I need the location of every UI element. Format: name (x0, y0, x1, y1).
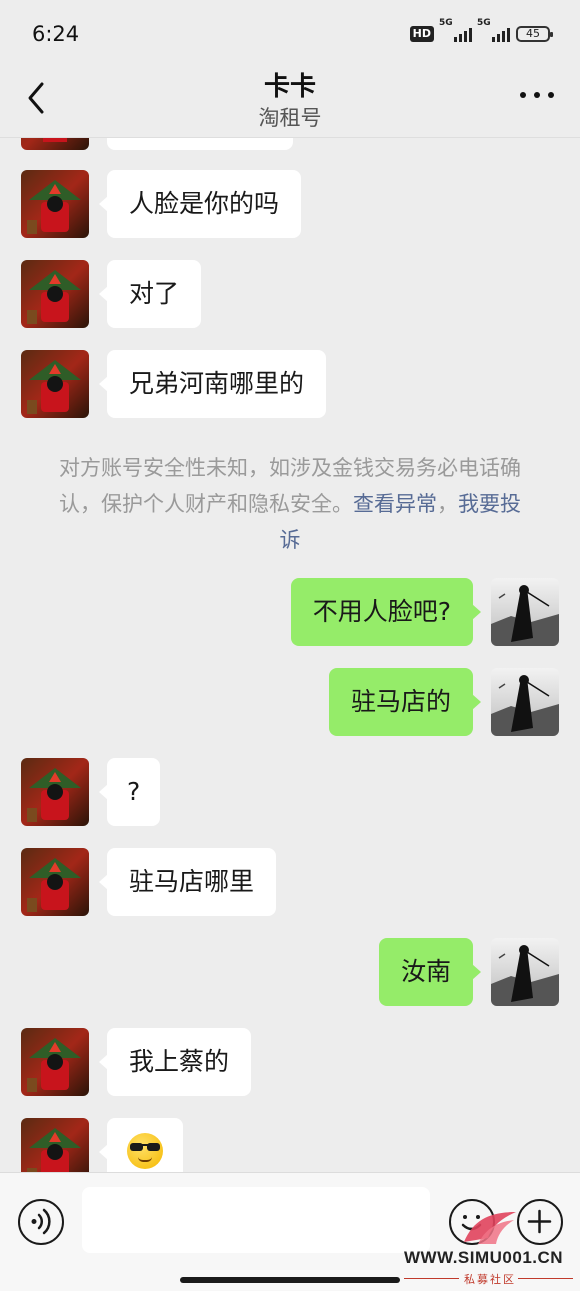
contact-avatar[interactable] (21, 848, 89, 916)
dot-icon (520, 92, 526, 98)
hd-icon: HD (409, 26, 434, 42)
message-bubble[interactable]: 驻马店哪里 (98, 848, 277, 916)
contact-avatar[interactable] (21, 1028, 89, 1096)
signal-label: 5G (439, 18, 453, 28)
watermark-logo-icon (464, 1212, 516, 1244)
contact-avatar[interactable] (21, 260, 89, 328)
message-list[interactable]: 人脸是你的吗 对了 兄弟河南哪里的 对方账号安全性未知，如涉及金钱交易务必电话确… (0, 138, 580, 1172)
message-bubble[interactable]: 驻马店的 (328, 668, 482, 736)
watermark-line (518, 1278, 573, 1279)
dot-icon (548, 92, 554, 98)
contact-avatar[interactable] (21, 138, 89, 150)
chat-title: 卡卡 (263, 72, 316, 102)
contact-avatar[interactable] (21, 1118, 89, 1172)
security-notice: 对方账号安全性未知，如涉及金钱交易务必电话确认，保护个人财产和隐私安全。查看异常… (52, 450, 528, 558)
watermark-line (404, 1278, 459, 1279)
message-bubble-partial[interactable] (107, 138, 293, 150)
message-bubble[interactable] (99, 1118, 183, 1172)
contact-avatar[interactable] (21, 758, 89, 826)
notice-separator: ， (437, 492, 458, 516)
chat-header: 卡卡 淘租号 (0, 60, 580, 138)
watermark: WWW.SIMU001.CN 私募社区 (400, 1208, 580, 1291)
message-bubble[interactable]: 人脸是你的吗 (98, 170, 302, 238)
dot-icon (534, 92, 540, 98)
chat-subtitle: 淘租号 (258, 106, 322, 130)
message-bubble[interactable]: 汝南 (378, 938, 482, 1006)
my-avatar[interactable] (491, 578, 559, 646)
message-bubble[interactable]: 我上蔡的 (98, 1028, 252, 1096)
message-bubble[interactable]: ? (98, 758, 161, 826)
status-icons: HD 5G 5G 45 (409, 18, 553, 44)
status-bar: 6:24 HD 5G 5G 45 (0, 0, 580, 68)
contact-avatar[interactable] (21, 170, 89, 238)
voice-button[interactable] (18, 1199, 64, 1245)
voice-icon (31, 1208, 51, 1235)
my-avatar[interactable] (491, 938, 559, 1006)
message-input[interactable] (82, 1187, 430, 1253)
contact-avatar[interactable] (21, 350, 89, 418)
message-bubble[interactable]: 对了 (98, 260, 202, 328)
watermark-sub: 私募社区 (464, 1273, 516, 1286)
more-button[interactable] (520, 92, 554, 102)
signal-label: 5G (477, 18, 491, 28)
status-time: 6:24 (32, 22, 80, 46)
cool-sunglasses-emoji (127, 1133, 163, 1169)
view-exception-link[interactable]: 查看异常 (353, 492, 437, 516)
signal-icon: 5G (477, 18, 510, 42)
watermark-url: WWW.SIMU001.CN (404, 1248, 564, 1267)
home-indicator[interactable] (180, 1277, 400, 1283)
message-bubble[interactable]: 不用人脸吧? (290, 578, 482, 646)
message-bubble[interactable]: 兄弟河南哪里的 (98, 350, 327, 418)
my-avatar[interactable] (491, 668, 559, 736)
battery-icon: 45 (516, 26, 553, 42)
signal-icon: 5G (439, 18, 472, 42)
